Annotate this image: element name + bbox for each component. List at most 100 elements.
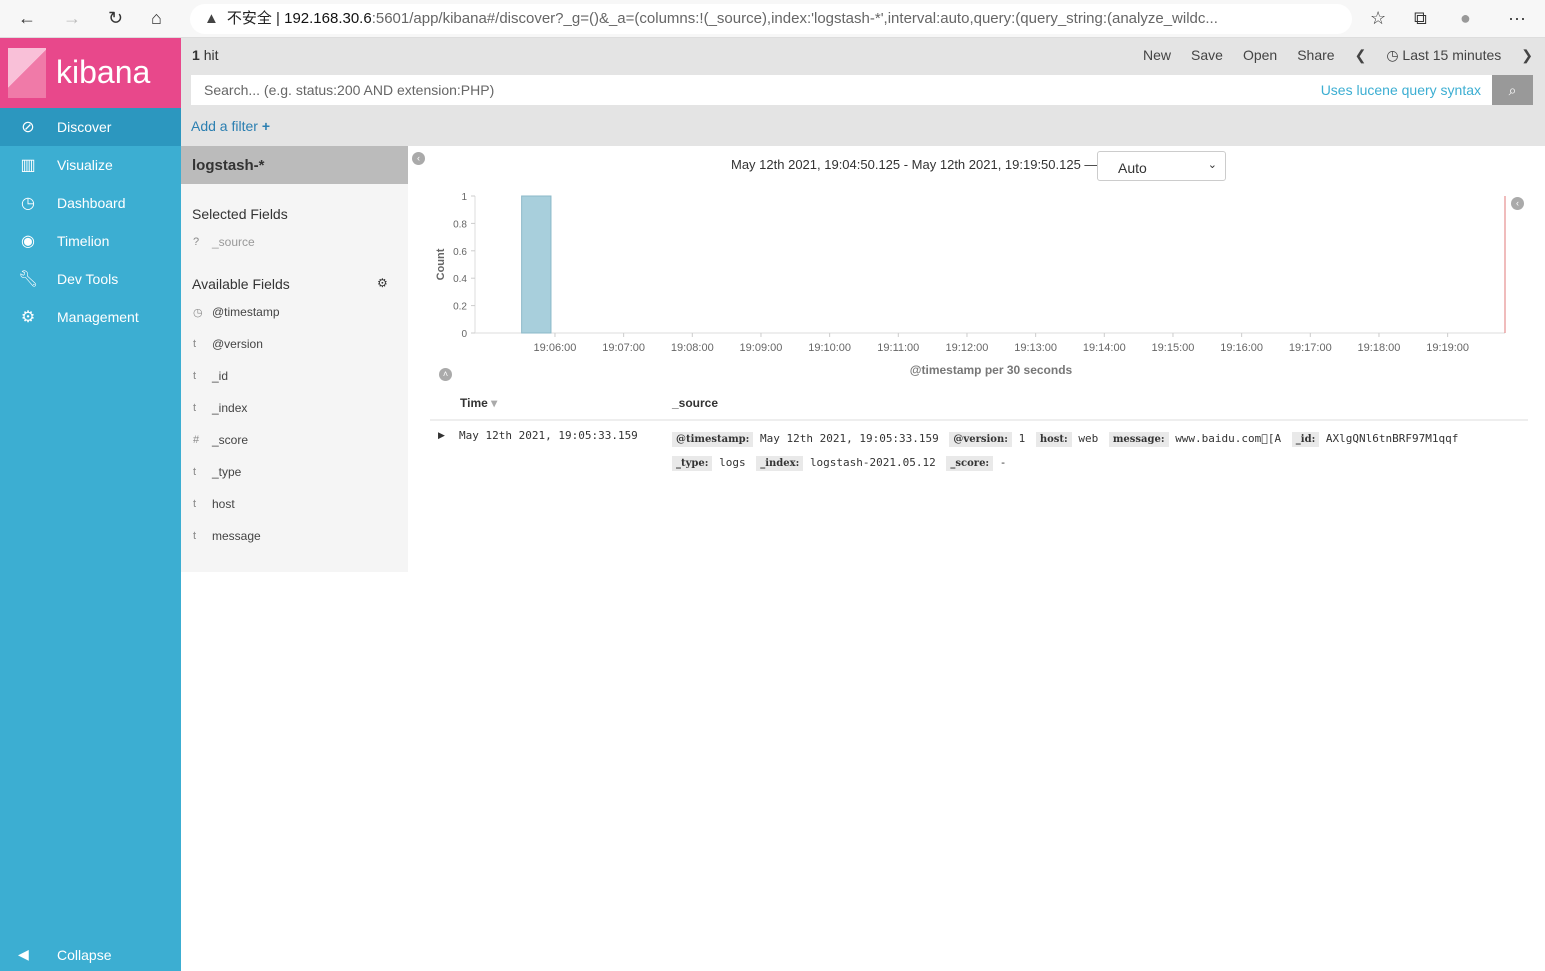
favorites-icon[interactable]: ☆	[1370, 8, 1386, 29]
field-type: ◷	[193, 306, 203, 319]
sidebar-item-dev-tools[interactable]: 🔧︎ Dev Tools	[0, 260, 181, 298]
field-type: t	[193, 498, 197, 510]
field-item[interactable]: t message	[181, 520, 408, 552]
clock-icon: ◷	[1386, 47, 1399, 63]
gear-icon[interactable]: ⚙	[377, 276, 388, 290]
selected-fields-title: Selected Fields	[192, 206, 288, 222]
x-tick-label: 19:06:00	[534, 342, 577, 354]
kibana-logo[interactable]: kibana	[0, 38, 181, 108]
sidebar-item-discover[interactable]: ⊘ Discover	[0, 108, 181, 146]
expand-row-icon[interactable]: ▶	[438, 430, 445, 441]
url-path: :5601/app/kibana#/discover?_g=()&_a=(col…	[371, 10, 1218, 27]
nav-label: Management	[57, 309, 139, 325]
column-header-source[interactable]: _source	[672, 396, 718, 410]
collapse-chart-icon[interactable]: ˄	[439, 368, 452, 381]
field-type: t	[193, 466, 197, 478]
field-item[interactable]: ? _source	[181, 226, 408, 258]
top-bar: 1 hit New Save Open Share ❮ ◷ Last 15 mi…	[181, 38, 1545, 146]
sidebar: kibana ⊘ Discover ▥ Visualize ◷ Dashboard ◉…	[0, 38, 181, 971]
search-icon: ⌕	[1508, 82, 1517, 98]
save-button[interactable]: Save	[1191, 47, 1223, 64]
index-pattern[interactable]: logstash-*	[181, 146, 408, 184]
source-line-2: _type: logs _index: logstash-2021.05.12 …	[672, 456, 1532, 471]
source-key: _score:	[946, 456, 994, 471]
field-name: @timestamp	[212, 305, 280, 319]
source-field: _score: -	[946, 456, 1006, 471]
field-item[interactable]: t _id	[181, 360, 408, 392]
x-tick-label: 19:10:00	[808, 342, 851, 354]
lucene-syntax-link[interactable]: Uses lucene query syntax	[1321, 75, 1481, 105]
warning-icon: ▲	[204, 10, 219, 27]
open-button[interactable]: Open	[1243, 47, 1277, 64]
field-item[interactable]: t _type	[181, 456, 408, 488]
more-icon[interactable]: ···	[1508, 8, 1526, 29]
gauge-icon: ◷	[21, 195, 35, 212]
field-type: t	[193, 370, 197, 382]
collapse-label: Collapse	[57, 946, 112, 963]
y-tick-label: 0.8	[453, 219, 467, 230]
source-key: @version:	[949, 432, 1012, 447]
security-label: 不安全	[226, 10, 272, 27]
field-type: t	[193, 402, 197, 414]
sidebar-item-visualize[interactable]: ▥ Visualize	[0, 146, 181, 184]
source-field: @version: 1	[949, 432, 1031, 447]
chevron-left-icon[interactable]: ❮	[1355, 47, 1367, 64]
x-tick-label: 19:07:00	[602, 342, 645, 354]
sidebar-item-dashboard[interactable]: ◷ Dashboard	[0, 184, 181, 222]
source-field: host: web	[1035, 432, 1105, 447]
field-list: logstash-* Selected Fields ? _source Avai…	[181, 146, 408, 572]
share-button[interactable]: Share	[1297, 47, 1334, 64]
wrench-icon: 🔧︎	[18, 271, 39, 288]
source-value: www.baidu.com [A	[1175, 432, 1282, 445]
nav-label: Discover	[57, 119, 112, 135]
collections-icon[interactable]: ⧉	[1414, 8, 1427, 29]
search-input[interactable]: Search... (e.g. status:200 AND extension…	[191, 75, 1493, 105]
field-item[interactable]: t @version	[181, 328, 408, 360]
nav-label: Visualize	[57, 157, 113, 173]
x-tick-label: 19:18:00	[1358, 342, 1401, 354]
hit-count: 1 hit	[192, 47, 219, 63]
field-item[interactable]: t host	[181, 488, 408, 520]
back-icon[interactable]: ←	[18, 8, 36, 29]
new-button[interactable]: New	[1143, 47, 1171, 64]
x-tick-label: 19:14:00	[1083, 342, 1126, 354]
source-key: @timestamp:	[672, 432, 754, 447]
field-item[interactable]: # _score	[181, 424, 408, 456]
sort-icon[interactable]: ▾	[491, 396, 497, 410]
add-filter-button[interactable]: Add a filter +	[191, 118, 270, 134]
field-name: _id	[212, 369, 229, 383]
chevron-right-icon[interactable]: ❯	[1521, 47, 1533, 64]
compass-icon: ⊘	[21, 119, 35, 136]
sidebar-item-management[interactable]: ⚙ Management	[0, 298, 181, 336]
source-key: _index:	[756, 456, 804, 471]
search-button[interactable]: ⌕	[1492, 75, 1533, 105]
source-key: _id:	[1291, 432, 1320, 447]
source-value: AXlgQNl6tnBRF97M1qqf	[1325, 432, 1459, 445]
field-item[interactable]: ◷ @timestamp	[181, 296, 408, 328]
source-key: host:	[1035, 432, 1072, 447]
source-key: message:	[1108, 432, 1169, 447]
column-header-time[interactable]: Time ▾	[460, 396, 497, 410]
sidebar-item-timelion[interactable]: ◉ Timelion	[0, 222, 181, 260]
home-icon[interactable]: ⌂	[151, 8, 162, 29]
source-line-1: @timestamp: May 12th 2021, 19:05:33.159 …	[672, 432, 1532, 447]
source-value: web	[1078, 432, 1099, 445]
field-item[interactable]: t _index	[181, 392, 408, 424]
collapse-button[interactable]: ◀ Collapse	[18, 946, 111, 963]
x-tick-label: 19:11:00	[877, 342, 919, 354]
profile-icon[interactable]: ●	[1460, 8, 1471, 29]
source-field: _id: AXlgQNl6tnBRF97M1qqf	[1291, 432, 1459, 447]
source-value: May 12th 2021, 19:05:33.159	[759, 432, 939, 445]
address-bar[interactable]: ▲ 不安全 | 192.168.30.6:5601/app/kibana#/dis…	[190, 4, 1352, 34]
nav-label: Timelion	[57, 233, 110, 249]
field-name: _score	[212, 433, 249, 447]
refresh-icon[interactable]: ↻	[108, 8, 123, 29]
histogram-bar	[521, 195, 552, 334]
x-tick-label: 19:16:00	[1220, 342, 1263, 354]
x-tick-label: 19:09:00	[740, 342, 783, 354]
y-tick-label: 0.4	[453, 274, 467, 285]
y-axis-label: Count	[435, 248, 447, 280]
forward-icon[interactable]: →	[63, 8, 81, 29]
field-name: host	[212, 497, 235, 511]
time-picker[interactable]: ◷ Last 15 minutes	[1386, 47, 1501, 64]
